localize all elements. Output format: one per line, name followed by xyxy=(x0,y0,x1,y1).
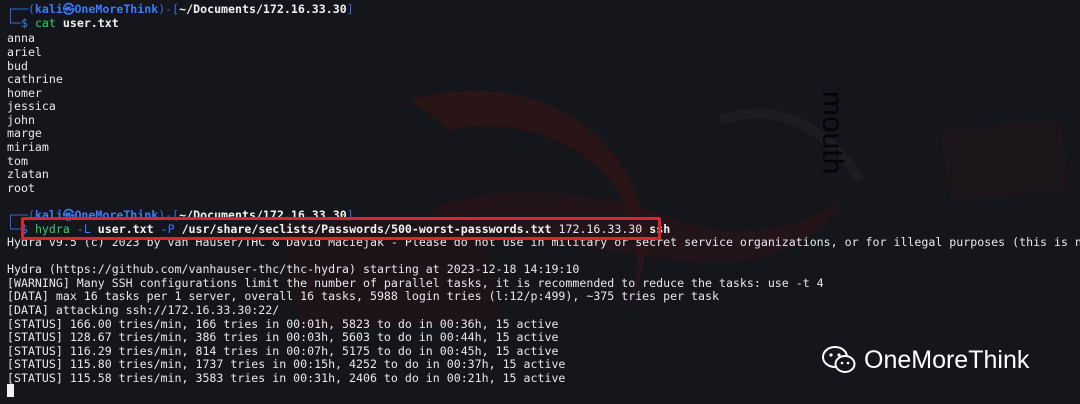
wechat-icon xyxy=(822,346,856,373)
prompt-command-1: └─$ cat user.txt xyxy=(7,16,119,30)
output-line: [STATUS] 115.80 tries/min, 1737 tries in… xyxy=(7,357,566,371)
output-line: homer xyxy=(7,86,42,100)
watermark-text: OneMoreThink xyxy=(864,345,1030,374)
wechat-watermark: OneMoreThink xyxy=(822,343,1072,377)
terminal-cursor xyxy=(7,384,14,397)
command-name: cat xyxy=(34,16,56,30)
output-line: tom xyxy=(7,154,28,168)
output-line: [STATUS] 115.58 tries/min, 3583 tries in… xyxy=(7,371,566,385)
output-line: cathrine xyxy=(7,72,63,86)
prompt-path: ~/Documents/172.16.33.30 xyxy=(179,2,347,16)
output-line: [DATA] max 16 tasks per 1 server, overal… xyxy=(7,289,719,303)
output-line: miriam xyxy=(7,140,49,154)
output-line: [DATA] attacking ssh://172.16.33.30:22/ xyxy=(7,303,280,317)
command-highlight-box xyxy=(21,217,661,240)
prompt-host: OneMoreThink xyxy=(74,2,159,16)
output-line: jessica xyxy=(7,99,56,113)
output-line: [STATUS] 116.29 tries/min, 814 tries in … xyxy=(7,344,559,358)
output-line: [STATUS] 166.00 tries/min, 166 tries in … xyxy=(7,317,559,331)
output-line: bud xyxy=(7,59,28,73)
output-line: Hydra (https://github.com/vanhauser-thc/… xyxy=(7,262,580,276)
output-line: john xyxy=(7,113,35,127)
output-line: ariel xyxy=(7,45,42,59)
prompt-at-symbol: ㉿ xyxy=(62,2,75,16)
output-line: root xyxy=(7,181,35,195)
output-line: marge xyxy=(7,126,42,140)
output-line: [STATUS] 128.67 tries/min, 386 tries in … xyxy=(7,330,559,344)
output-line: zlatan xyxy=(7,167,49,181)
prompt-dollar: $ xyxy=(20,16,28,30)
output-line: anna xyxy=(7,31,35,45)
command-argument: user.txt xyxy=(62,16,119,30)
overlay-text: mouth xyxy=(816,91,849,175)
output-line: [WARNING] Many SSH configurations limit … xyxy=(7,276,824,290)
prompt-user: kali xyxy=(34,2,63,16)
prompt-header-1: ┌──(kali㉿OneMoreThink)-[~/Documents/172.… xyxy=(7,2,354,16)
